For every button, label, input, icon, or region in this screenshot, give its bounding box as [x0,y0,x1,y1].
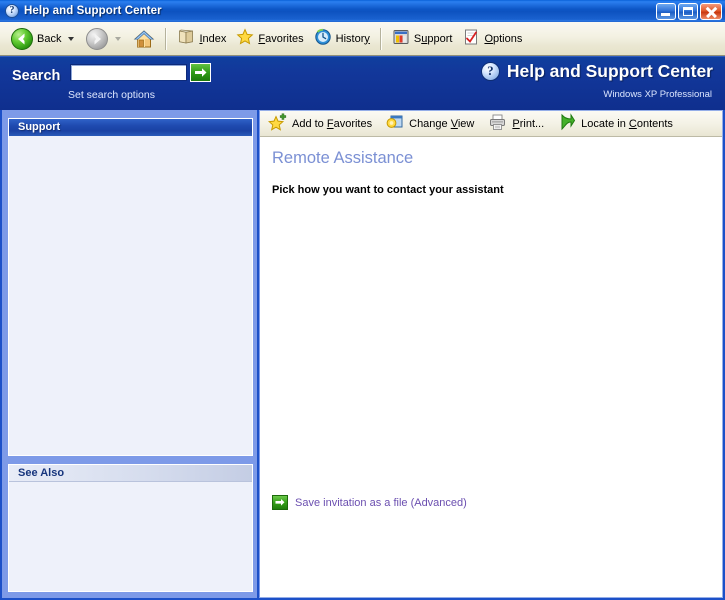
print-button[interactable]: Print... [488,113,544,134]
toolbar-item-support[interactable]: Support [387,25,458,53]
question-mark-circle-icon: ? [5,4,19,18]
set-search-options-link[interactable]: Set search options [68,89,155,101]
toolbar-item-index-label: Index [199,32,227,45]
question-mark-circle-icon: ? [480,62,500,81]
forward-arrow-icon [86,27,109,50]
sidebar-panel-support-body[interactable] [9,136,252,455]
search-input[interactable] [70,64,187,81]
search-label: Search [12,68,61,84]
toolbar-item-support-label: Support [413,32,453,45]
toolbar-item-history-label: History [335,32,370,45]
locate-in-contents-button[interactable]: Locate in Contents [558,113,673,134]
back-arrow-icon [11,27,33,50]
sidebar-panel-see-also-header: See Also [9,465,252,482]
back-button-label: Back [37,32,62,45]
print-label: Print... [512,117,545,130]
toolbar-separator-2 [379,27,382,50]
window-title-icon: ? [4,3,20,19]
toolbar-item-options[interactable]: Options [457,25,527,53]
history-clock-icon [314,28,332,49]
close-button[interactable] [700,3,722,20]
maximize-button[interactable] [678,3,698,20]
support-window-icon [392,28,410,49]
window-controls [656,3,722,20]
save-invitation-row[interactable]: Save invitation as a file (Advanced) [272,495,467,510]
toolbar-item-favorites-label: Favorites [258,32,304,45]
content-area: Add to Favorites Change View Print... Lo… [259,110,723,598]
locate-in-contents-label: Locate in Contents [581,117,673,130]
forward-button[interactable] [81,25,128,53]
toolbar-item-index[interactable]: Index [172,25,231,53]
content-pane: Remote Assistance Pick how you want to c… [260,137,722,596]
add-to-favorites-star-icon [267,113,287,134]
green-arrow-go-icon [195,68,207,77]
save-invitation-link[interactable]: Save invitation as a file (Advanced) [295,497,467,509]
change-view-label: Change View [409,117,475,130]
brand-title: Help and Support Center [506,61,713,81]
favorites-star-icon [236,28,254,49]
brand-header: ? Help and Support Center [480,61,713,82]
toolbar-item-history[interactable]: History [309,25,375,53]
content-toolbar: Add to Favorites Change View Print... Lo… [260,111,722,137]
home-button[interactable] [128,25,160,53]
sidebar-panel-see-also-body[interactable] [9,482,252,591]
green-arrow-go-icon [272,495,288,510]
options-checkmark-icon [462,28,480,49]
body-area: Support See Also Add to Favorites Change… [0,110,725,600]
locate-in-contents-arrow-icon [558,113,576,134]
window-title-text: Help and Support Center [24,5,162,17]
page-subtitle: Pick how you want to contact your assist… [272,184,504,196]
window-title-bar[interactable]: ? Help and Support Center [0,0,725,22]
back-button[interactable]: Back [6,25,81,53]
toolbar-item-favorites[interactable]: Favorites [231,25,308,53]
add-to-favorites-label: Add to Favorites [292,117,373,130]
change-view-button[interactable]: Change View [386,113,474,134]
sidebar-panel-support: Support [8,118,253,456]
toolbar-separator [165,27,168,50]
main-toolbar: Back Index Favorites History Support Opt… [0,22,725,56]
printer-icon [488,113,507,134]
help-and-support-center-window: ? Help and Support Center Back Index Fav… [0,0,725,600]
sidebar-panel-support-header: Support [9,119,252,136]
back-dropdown-chevron-icon[interactable] [68,36,75,41]
minimize-button[interactable] [656,3,676,20]
search-go-button[interactable] [190,63,211,82]
add-to-favorites-button[interactable]: Add to Favorites [267,113,373,134]
index-book-icon [177,28,195,49]
forward-dropdown-chevron-icon[interactable] [115,36,122,41]
page-title: Remote Assistance [272,149,414,167]
change-view-window-icon [386,113,404,134]
brand-subtitle: Windows XP Professional [603,89,712,100]
sidebar-panel-see-also: See Also [8,464,253,592]
home-house-icon [133,29,155,49]
toolbar-item-options-label: Options [484,32,523,45]
sidebar: Support See Also [8,118,253,592]
